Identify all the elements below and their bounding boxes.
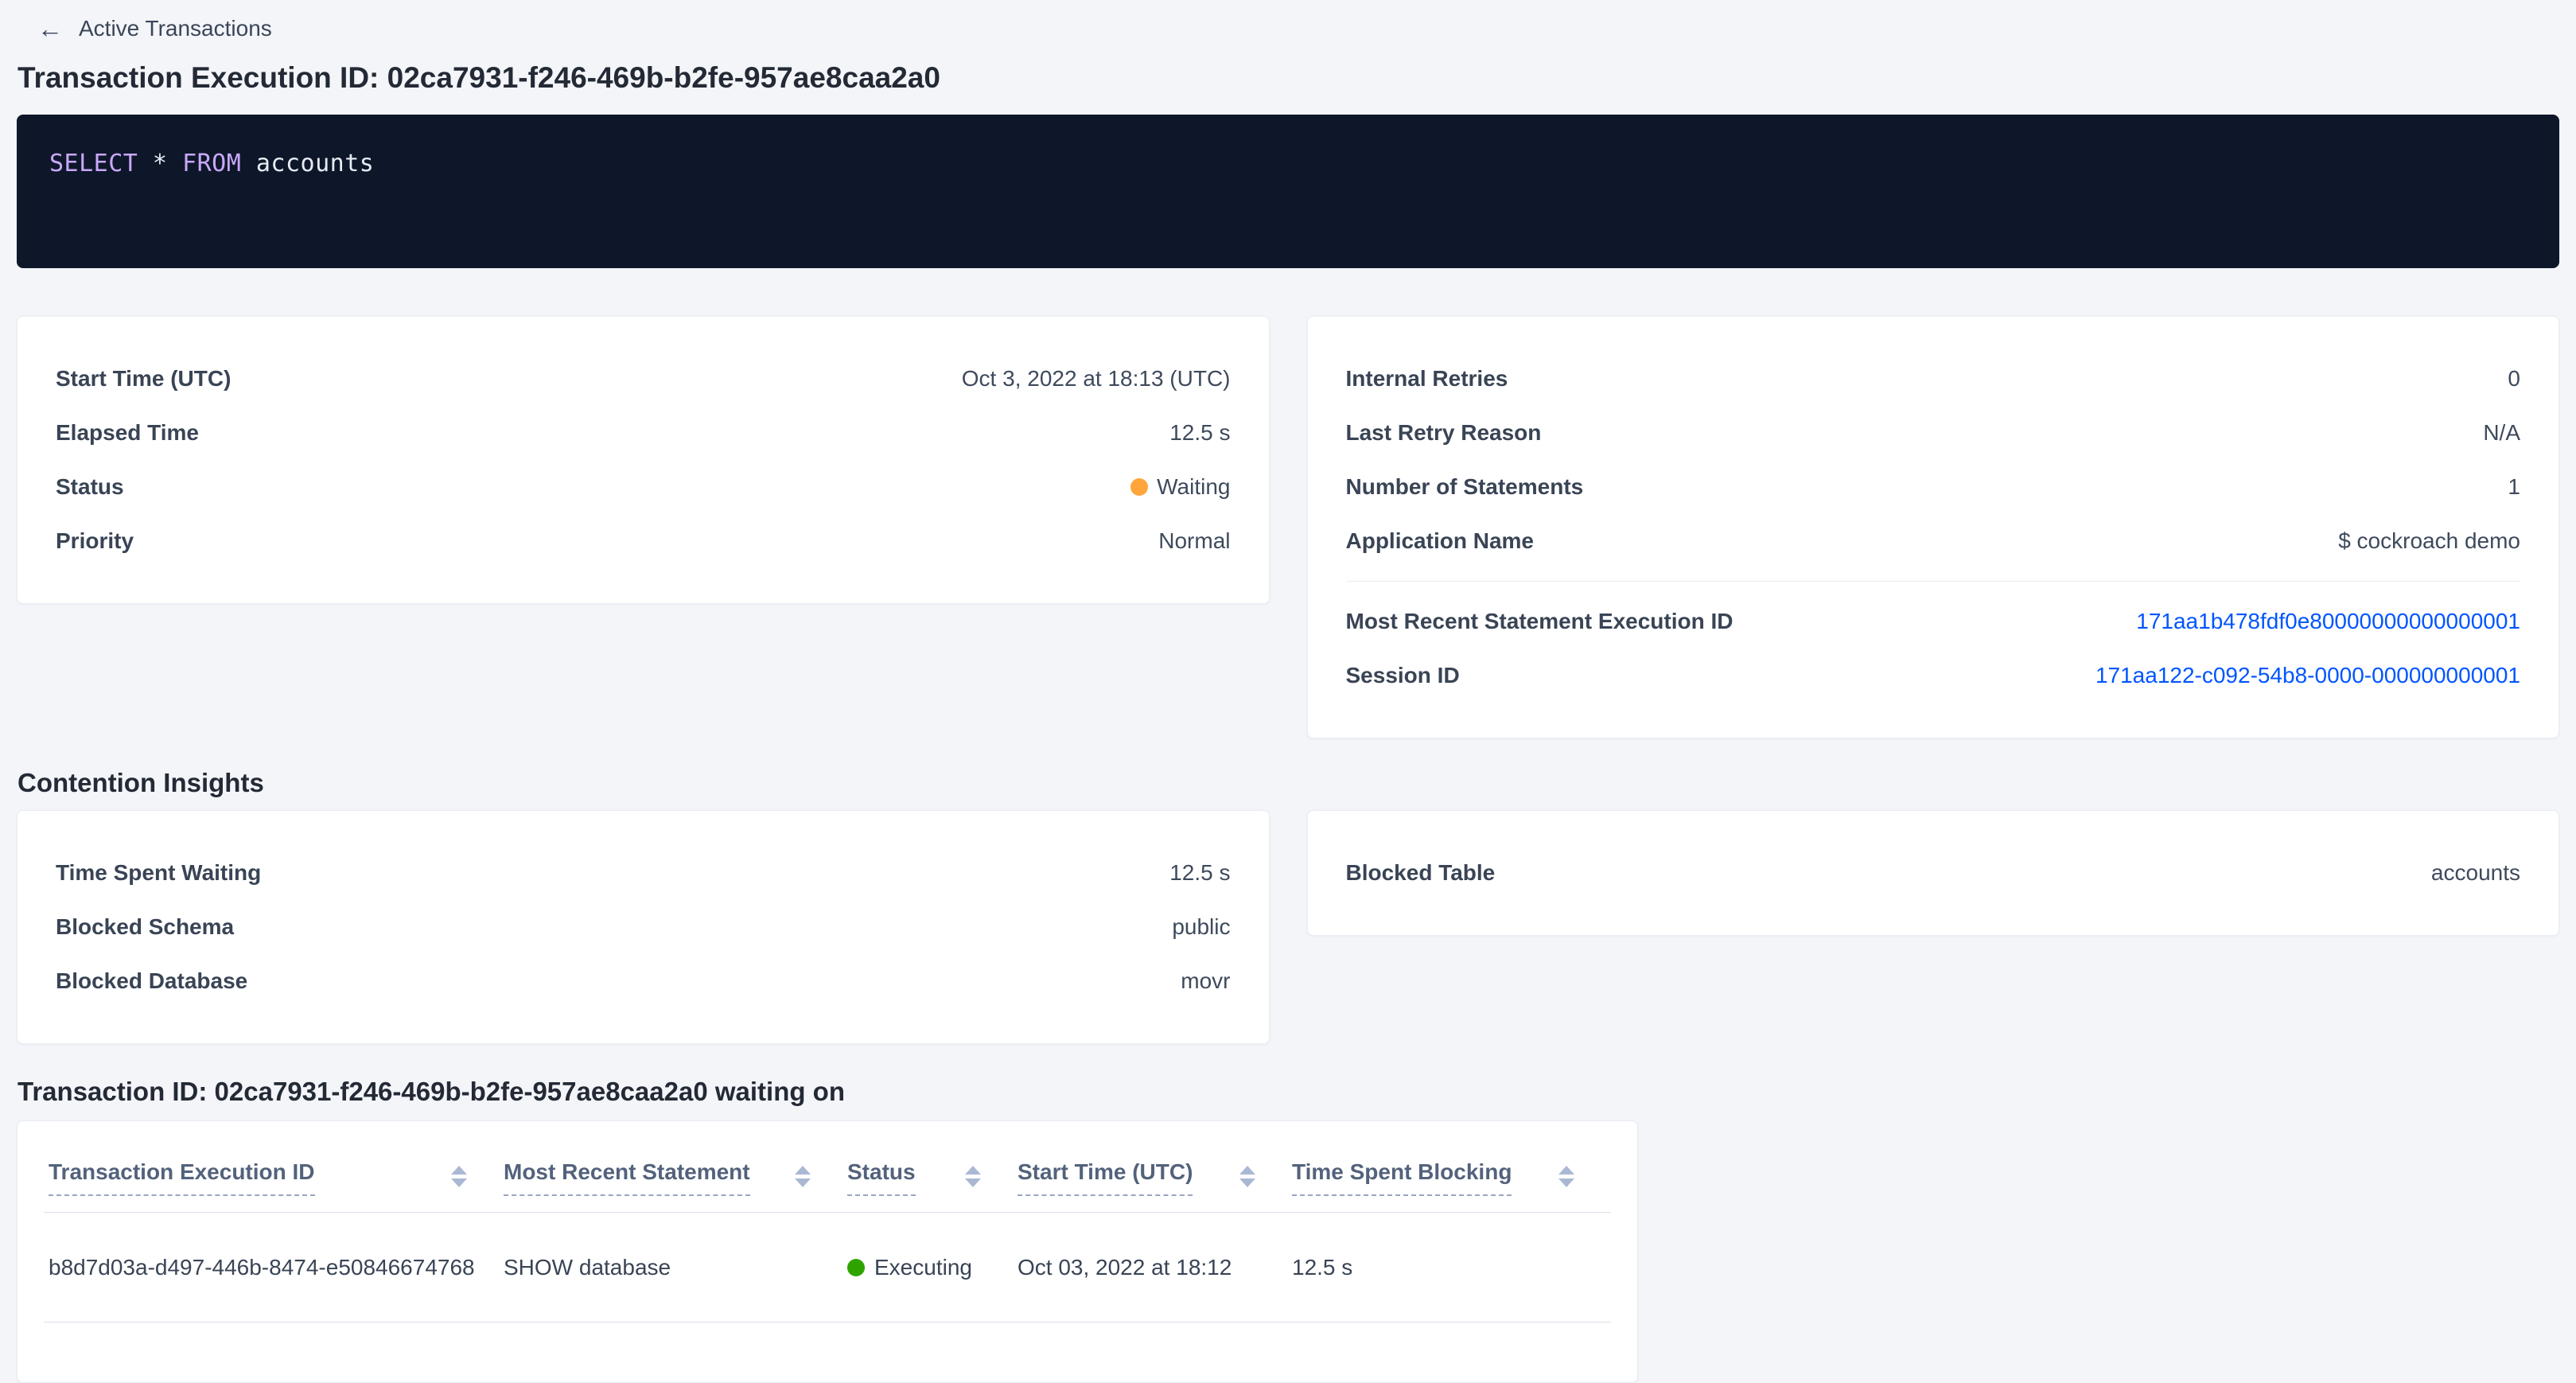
sql-text: * [138,150,182,177]
details-card: Internal Retries 0 Last Retry Reason N/A… [1307,316,2560,738]
status-label: Status [56,474,124,500]
sql-keyword: SELECT [49,150,138,177]
table-header-row: Transaction Execution ID Most Recent Sta… [44,1121,1611,1213]
blocked-database-value: movr [1181,968,1230,994]
elapsed-time-label: Elapsed Time [56,420,199,446]
priority-value: Normal [1158,528,1230,554]
cell-start-time: Oct 03, 2022 at 18:12 [1018,1255,1292,1280]
elapsed-time-row: Elapsed Time 12.5 s [56,406,1231,460]
application-name-label: Application Name [1346,528,1534,554]
internal-retries-value: 0 [2508,366,2520,392]
start-time-row: Start Time (UTC) Oct 3, 2022 at 18:13 (U… [56,352,1231,406]
sql-statement-box: SELECT * FROM accounts [17,115,2559,268]
column-header-time-spent-blocking[interactable]: Time Spent Blocking [1292,1159,1611,1212]
status-value: Waiting [1130,474,1230,500]
column-header-status[interactable]: Status [847,1159,1018,1212]
internal-retries-label: Internal Retries [1346,366,1508,392]
waiting-on-table: Transaction Execution ID Most Recent Sta… [17,1120,1638,1383]
sort-icon [795,1166,811,1187]
column-header-start-time[interactable]: Start Time (UTC) [1018,1159,1292,1212]
table-row: b8d7d03a-d497-446b-8474-e50846674768 SHO… [44,1213,1611,1323]
blocked-schema-value: public [1172,914,1230,940]
priority-label: Priority [56,528,134,554]
column-header-label: Most Recent Statement [504,1159,750,1196]
statement-execution-id-link[interactable]: 171aa1b478fdf0e80000000000000001 [2136,609,2520,634]
status-executing-dot-icon [847,1259,865,1276]
blocked-database-row: Blocked Database movr [56,954,1231,1008]
sort-icon [965,1166,981,1187]
contention-right-card: Blocked Table accounts [1307,810,2560,936]
internal-retries-row: Internal Retries 0 [1346,352,2521,406]
blocked-database-label: Blocked Database [56,968,247,994]
number-of-statements-label: Number of Statements [1346,474,1584,500]
status-row: Status Waiting [56,460,1231,514]
number-of-statements-row: Number of Statements 1 [1346,460,2521,514]
statement-execution-id-row: Most Recent Statement Execution ID 171aa… [1346,594,2521,649]
last-retry-reason-label: Last Retry Reason [1346,420,1542,446]
blocked-table-label: Blocked Table [1346,860,1496,886]
card-divider [1346,581,2521,582]
column-header-most-recent-statement[interactable]: Most Recent Statement [504,1159,847,1212]
contention-insights-heading: Contention Insights [18,767,2559,799]
breadcrumb-active-transactions-link[interactable]: Active Transactions [79,16,272,41]
status-waiting-dot-icon [1130,478,1148,496]
number-of-statements-value: 1 [2508,474,2520,500]
cell-most-recent-statement: SHOW database [504,1255,847,1280]
sql-keyword: FROM [182,150,241,177]
last-retry-reason-row: Last Retry Reason N/A [1346,406,2521,460]
column-header-label: Status [847,1159,916,1196]
last-retry-reason-value: N/A [2483,420,2520,446]
column-header-label: Start Time (UTC) [1018,1159,1193,1196]
blocked-table-row: Blocked Table accounts [1346,846,2521,900]
application-name-value: $ cockroach demo [2338,528,2520,554]
start-time-value: Oct 3, 2022 at 18:13 (UTC) [962,366,1231,392]
breadcrumb[interactable]: ← Active Transactions [17,0,2559,46]
time-spent-waiting-row: Time Spent Waiting 12.5 s [56,846,1231,900]
session-id-link[interactable]: 171aa122-c092-54b8-0000-000000000001 [2095,663,2520,688]
status-text: Waiting [1157,474,1230,500]
elapsed-time-value: 12.5 s [1169,420,1230,446]
overview-card: Start Time (UTC) Oct 3, 2022 at 18:13 (U… [17,316,1270,604]
page-title: Transaction Execution ID: 02ca7931-f246-… [18,60,2559,95]
session-id-label: Session ID [1346,663,1460,688]
blocked-schema-row: Blocked Schema public [56,900,1231,954]
sort-icon [1239,1166,1255,1187]
cell-time-spent-blocking: 12.5 s [1292,1255,1611,1280]
cell-status: Executing [847,1255,1018,1280]
priority-row: Priority Normal [56,514,1231,568]
back-arrow-icon[interactable]: ← [37,16,63,41]
sort-icon [451,1166,467,1187]
transaction-details-page: ← Active Transactions Transaction Execut… [0,0,2576,1383]
status-text: Executing [874,1255,972,1280]
time-spent-waiting-label: Time Spent Waiting [56,860,261,886]
start-time-label: Start Time (UTC) [56,366,231,392]
waiting-on-heading: Transaction ID: 02ca7931-f246-469b-b2fe-… [18,1076,2559,1108]
blocked-schema-label: Blocked Schema [56,914,234,940]
session-id-row: Session ID 171aa122-c092-54b8-0000-00000… [1346,649,2521,703]
blocked-table-value: accounts [2431,860,2520,886]
column-header-label: Transaction Execution ID [49,1159,315,1196]
time-spent-waiting-value: 12.5 s [1169,860,1230,886]
contention-left-card: Time Spent Waiting 12.5 s Blocked Schema… [17,810,1270,1044]
sql-text: accounts [241,150,374,177]
application-name-row: Application Name $ cockroach demo [1346,514,2521,568]
statement-execution-id-label: Most Recent Statement Execution ID [1346,609,1734,634]
cell-transaction-execution-id: b8d7d03a-d497-446b-8474-e50846674768 [49,1255,504,1280]
column-header-label: Time Spent Blocking [1292,1159,1512,1196]
sort-icon [1558,1166,1574,1187]
column-header-transaction-execution-id[interactable]: Transaction Execution ID [49,1159,504,1212]
